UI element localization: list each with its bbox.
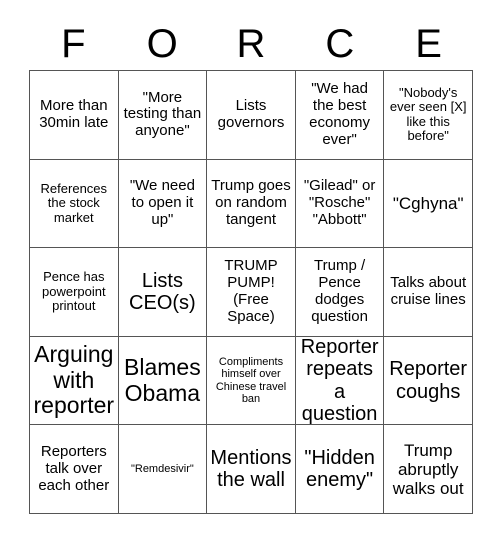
bingo-cell-label: "We need to open it up"	[129, 177, 195, 228]
bingo-cell-label: References the stock market	[40, 180, 108, 225]
bingo-cell[interactable]: Trump / Pence dodges question	[295, 248, 385, 337]
bingo-cell[interactable]: Pence has powerpoint printout	[30, 248, 119, 337]
bingo-cell[interactable]: "Nobody's ever seen [X] like this before…	[384, 71, 473, 160]
bingo-cell-label: "More testing than anyone"	[123, 88, 202, 140]
bingo-cell[interactable]: Lists governors	[207, 71, 296, 160]
bingo-cell-label: "Hidden enemy"	[304, 446, 375, 492]
bingo-cell-label: "Remdesivir"	[130, 463, 194, 476]
bingo-cell-free-space[interactable]: TRUMP PUMP! (Free Space)	[207, 248, 296, 337]
bingo-cell-label: TRUMP PUMP! (Free Space)	[224, 257, 278, 325]
bingo-cell-label: Lists CEO(s)	[129, 269, 196, 314]
bingo-cell[interactable]: Compliments himself over Chinese travel …	[207, 336, 296, 426]
bingo-cell-label: Compliments himself over Chinese travel …	[215, 355, 287, 405]
bingo-cell[interactable]: "Gilead" or "Rosche" "Abbott"	[295, 159, 385, 249]
bingo-cell[interactable]: "We had the best economy ever"	[295, 71, 385, 160]
bingo-cell[interactable]: Talks about cruise lines	[384, 248, 473, 337]
bingo-cell[interactable]: Lists CEO(s)	[118, 248, 208, 337]
bingo-cell-label: Mentions the wall	[210, 446, 292, 492]
bingo-cell-label: Arguing with reporter	[33, 340, 115, 419]
bingo-cell-label: Lists governors	[217, 97, 285, 131]
bingo-cell-label: Talks about cruise lines	[390, 274, 467, 308]
bingo-cell-label: Trump goes on random tangent	[211, 177, 291, 228]
bingo-header-letter-5: E	[415, 22, 442, 66]
bingo-cell-label: "Nobody's ever seen [X] like this before…	[389, 84, 467, 144]
bingo-cell[interactable]: Mentions the wall	[207, 425, 296, 514]
bingo-cell[interactable]: Blames Obama	[118, 336, 208, 426]
bingo-cell[interactable]: "Remdesivir"	[118, 425, 208, 514]
bingo-cell-label: "Cghyna"	[392, 193, 464, 213]
bingo-cell-label: "We had the best economy ever"	[309, 80, 371, 148]
bingo-cell[interactable]: "Hidden enemy"	[295, 425, 385, 514]
bingo-cell[interactable]: Arguing with reporter	[30, 336, 119, 426]
bingo-cell[interactable]: Reporters talk over each other	[30, 425, 119, 514]
bingo-header-row: FORCE	[29, 18, 473, 70]
bingo-cell[interactable]: References the stock market	[30, 159, 119, 249]
bingo-cell[interactable]: Reporter repeats a question	[295, 336, 385, 426]
bingo-cell-label: Reporters talk over each other	[38, 442, 110, 494]
bingo-cell[interactable]: "We need to open it up"	[118, 159, 208, 249]
bingo-grid: More than 30min late "More testing than a…	[29, 70, 473, 514]
bingo-cell-label: "Gilead" or "Rosche" "Abbott"	[303, 177, 376, 228]
bingo-cell-label: Blames Obama	[124, 353, 201, 406]
bingo-header-letter-1: F	[61, 22, 86, 66]
bingo-cell-label: Reporter coughs	[389, 358, 468, 403]
bingo-header-letter-4: C	[325, 22, 355, 66]
bingo-cell[interactable]: "Cghyna"	[384, 159, 473, 249]
bingo-cell-label: Trump abruptly walks out	[392, 440, 464, 498]
bingo-cell-label: Reporter repeats a question	[300, 336, 379, 425]
bingo-header-letter-2: O	[146, 22, 178, 66]
bingo-cell[interactable]: Trump goes on random tangent	[207, 159, 296, 249]
bingo-cell[interactable]: Trump abruptly walks out	[384, 425, 473, 514]
bingo-cell-label: Pence has powerpoint printout	[41, 269, 106, 314]
bingo-cell[interactable]: "More testing than anyone"	[118, 71, 208, 160]
bingo-cell-label: Trump / Pence dodges question	[311, 257, 368, 325]
bingo-header-letter-3: R	[236, 22, 266, 66]
bingo-cell[interactable]: More than 30min late	[30, 71, 119, 160]
bingo-card: F O R C E More than 30min late "More testing …	[0, 0, 500, 544]
bingo-cell[interactable]: Reporter coughs	[384, 336, 473, 426]
bingo-cell-label: More than 30min late	[39, 97, 109, 131]
